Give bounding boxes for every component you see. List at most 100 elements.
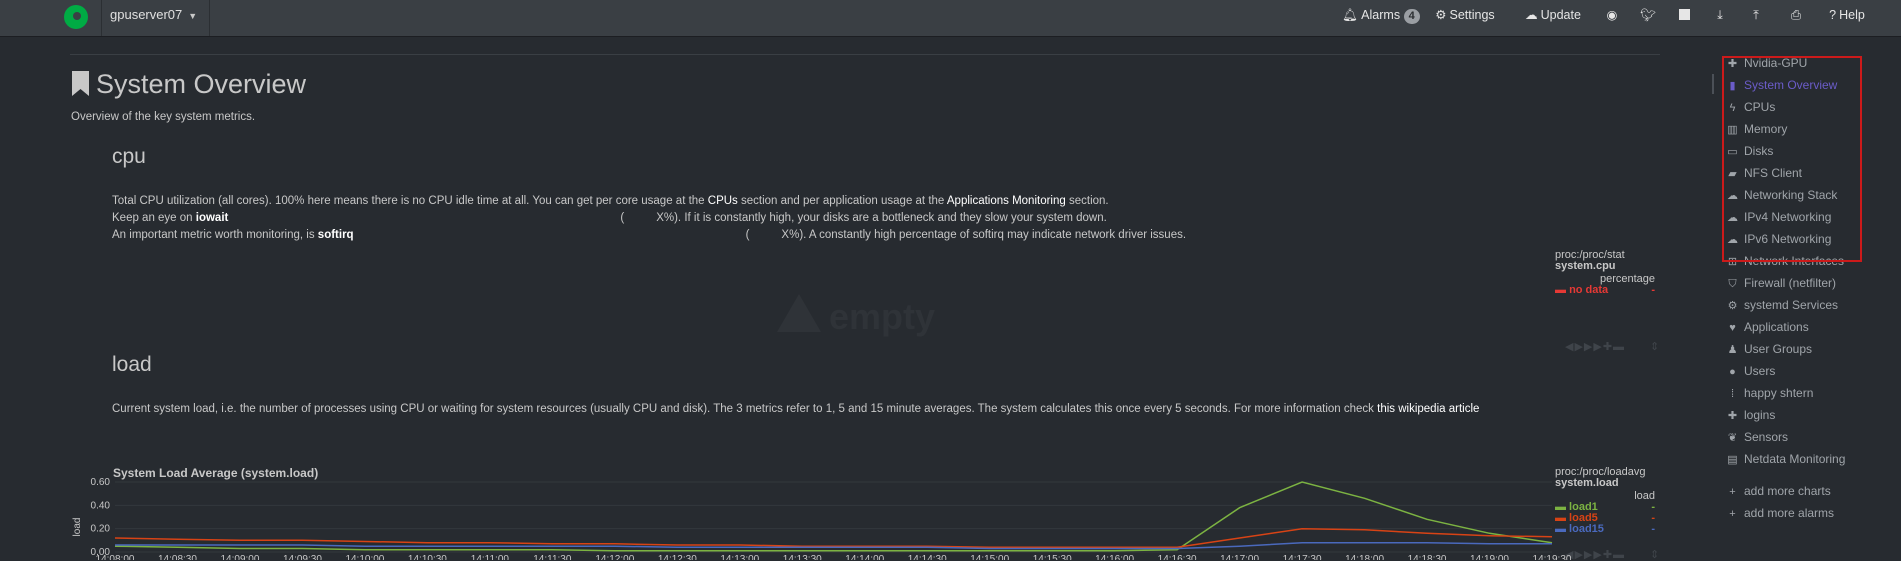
sidebar-item-label: Applications: [1744, 320, 1809, 334]
sidebar-item-sensors[interactable]: ❦ Sensors: [1727, 429, 1788, 445]
help-label: Help: [1839, 8, 1865, 22]
chart-resize-handle[interactable]: ⇕: [1650, 548, 1660, 561]
puzzle-icon: ✚: [1727, 410, 1738, 422]
text: An important metric worth monitoring, is: [112, 229, 318, 241]
divider: [70, 54, 1660, 55]
sidebar-item-firewall-netfilter[interactable]: ⛉ Firewall (netfilter): [1727, 275, 1836, 291]
highlight-box: [1722, 56, 1862, 262]
sidebar-item-label: systemd Services: [1744, 298, 1839, 312]
alarms-count-badge: 4: [1403, 9, 1420, 24]
sidebar-item-netdata-monitoring[interactable]: ▤ Netdata Monitoring: [1727, 451, 1845, 467]
sidebar-item-label: Firewall (netfilter): [1744, 276, 1837, 290]
section-title-load: load: [112, 353, 152, 376]
bookmark-icon: [72, 71, 89, 96]
sidebar-item-label: add more alarms: [1744, 506, 1835, 520]
sidebar-item-applications[interactable]: ♥ Applications: [1727, 319, 1809, 335]
warning-icon: [777, 294, 821, 332]
settings-button[interactable]: ⚙ Settings: [1432, 0, 1498, 30]
sidebar-item-label: logins: [1744, 408, 1776, 422]
cpus-link[interactable]: CPUs: [708, 195, 738, 207]
sidebar-item-label: Sensors: [1744, 430, 1789, 444]
text: (: [620, 212, 625, 224]
cpu-chart-empty: empty: [777, 294, 935, 338]
legend-item[interactable]: ▬ no data -: [1555, 285, 1655, 296]
load-chart-title: System Load Average (system.load): [113, 466, 319, 480]
page-title: System Overview: [72, 69, 306, 100]
sidebar-item-label: Netdata Monitoring: [1744, 452, 1846, 466]
sidebar-item-happy-shtern[interactable]: ⁞ happy shtern: [1727, 385, 1813, 401]
legend-swatch: ▬: [1555, 284, 1570, 296]
applications-monitoring-link[interactable]: Applications Monitoring: [947, 195, 1066, 207]
github-icon: ◉: [1606, 8, 1618, 22]
iowait-label: iowait: [195, 212, 229, 224]
print-button[interactable]: ⎙: [1782, 0, 1810, 30]
chart-icon: ▤: [1727, 454, 1738, 466]
github-button[interactable]: ◉: [1598, 0, 1626, 30]
netdata-logo-icon[interactable]: [64, 5, 88, 29]
text: section.: [1065, 195, 1109, 207]
sidebar-item-logins[interactable]: ✚ logins: [1727, 407, 1775, 423]
facebook-button[interactable]: [1670, 0, 1698, 30]
chart-resize-handle[interactable]: ⇕: [1650, 340, 1660, 353]
print-icon: ⎙: [1790, 8, 1801, 22]
legend-item-value: -: [1651, 523, 1655, 535]
gear-icon: ⚙: [1435, 8, 1447, 22]
alarms-label: Alarms: [1361, 8, 1401, 22]
page-title-text: System Overview: [96, 69, 307, 99]
sidebar-item-users[interactable]: ● Users: [1727, 363, 1775, 379]
sidebar-item-add-more-charts[interactable]: + add more charts: [1727, 483, 1831, 499]
user-icon: ●: [1729, 366, 1736, 378]
top-navbar: gpuserver07 ▼ 🔔︎ Alarms 4 ⚙ Settings ☁ Updat…: [0, 0, 1901, 37]
cpu-chart-legend: proc:/proc/stat system.cpu percentage ▬ …: [1555, 250, 1655, 296]
section-title-cpu: cpu: [112, 145, 146, 168]
wikipedia-link[interactable]: this wikipedia article: [1377, 403, 1479, 415]
text: Total CPU utilization (all cores). 100% …: [112, 195, 708, 207]
upload-button[interactable]: ⤒: [1742, 0, 1770, 30]
download-button[interactable]: ⤓: [1706, 0, 1734, 30]
update-button[interactable]: ☁ Update: [1520, 0, 1586, 30]
main-content: System Overview Overview of the key syst…: [70, 36, 1660, 560]
divider: [101, 0, 102, 36]
page-subtitle: Overview of the key system metrics.: [71, 111, 256, 123]
chart-controls[interactable]: ◀▶▶▶✚▬: [1565, 548, 1625, 561]
chart-controls[interactable]: ◀▶▶▶✚▬: [1565, 340, 1625, 353]
text: Keep an eye on: [112, 212, 196, 224]
cpu-description-line1: Total CPU utilization (all cores). 100% …: [112, 193, 1109, 210]
legend-items: ▬ load1- ▬ load5- ▬ load15-: [1555, 502, 1655, 535]
caret-down-icon: ▼: [188, 11, 198, 21]
shield-icon: ⛉: [1728, 278, 1737, 290]
facebook-icon: [1678, 9, 1690, 20]
legend-chart-id: system.load: [1555, 477, 1619, 489]
help-circle-icon: ?: [1829, 8, 1837, 22]
update-label: Update: [1540, 8, 1581, 22]
bell-icon: 🔔︎: [1342, 8, 1359, 22]
text: Current system load, i.e. the number of …: [112, 403, 1378, 415]
leaf-icon: ❦: [1727, 432, 1738, 444]
plus-icon: +: [1729, 486, 1736, 498]
twitter-icon: 🐦︎: [1640, 8, 1656, 22]
twitter-button[interactable]: 🐦︎: [1634, 0, 1662, 30]
sidebar-item-label: Users: [1744, 364, 1776, 378]
text: (: [745, 229, 750, 241]
text: X%). A constantly high percentage of sof…: [781, 229, 1187, 241]
legend-item-value: -: [1651, 284, 1655, 296]
softirq-label: softirq: [317, 229, 354, 241]
divider: [209, 0, 210, 36]
load-chart-legend: proc:/proc/loadavg system.load load ▬ lo…: [1555, 467, 1655, 535]
server-dropdown[interactable]: gpuserver07 ▼: [110, 0, 197, 36]
alarms-button[interactable]: 🔔︎ Alarms 4: [1340, 0, 1422, 30]
legend-item-load15[interactable]: ▬ load15 -: [1555, 524, 1655, 535]
legend-item-label: ▬ load15: [1555, 523, 1604, 535]
legend-chart-id: system.cpu: [1555, 260, 1616, 272]
sidebar-item-add-more-alarms[interactable]: + add more alarms: [1727, 505, 1834, 521]
help-button[interactable]: ? Help: [1822, 0, 1872, 30]
users-icon: ♟: [1727, 344, 1738, 356]
sidebar-item-label: happy shtern: [1744, 386, 1814, 400]
sidebar-item-systemd-services[interactable]: ⚙ systemd Services: [1727, 297, 1838, 313]
settings-label: Settings: [1449, 8, 1495, 22]
sidebar-item-label: add more charts: [1744, 484, 1831, 498]
download-icon: ⤓: [1717, 8, 1723, 22]
sidebar-item-user-groups[interactable]: ♟ User Groups: [1727, 341, 1812, 357]
cloud-download-icon: ☁: [1525, 8, 1538, 22]
text: section and per application usage at the: [737, 195, 947, 207]
